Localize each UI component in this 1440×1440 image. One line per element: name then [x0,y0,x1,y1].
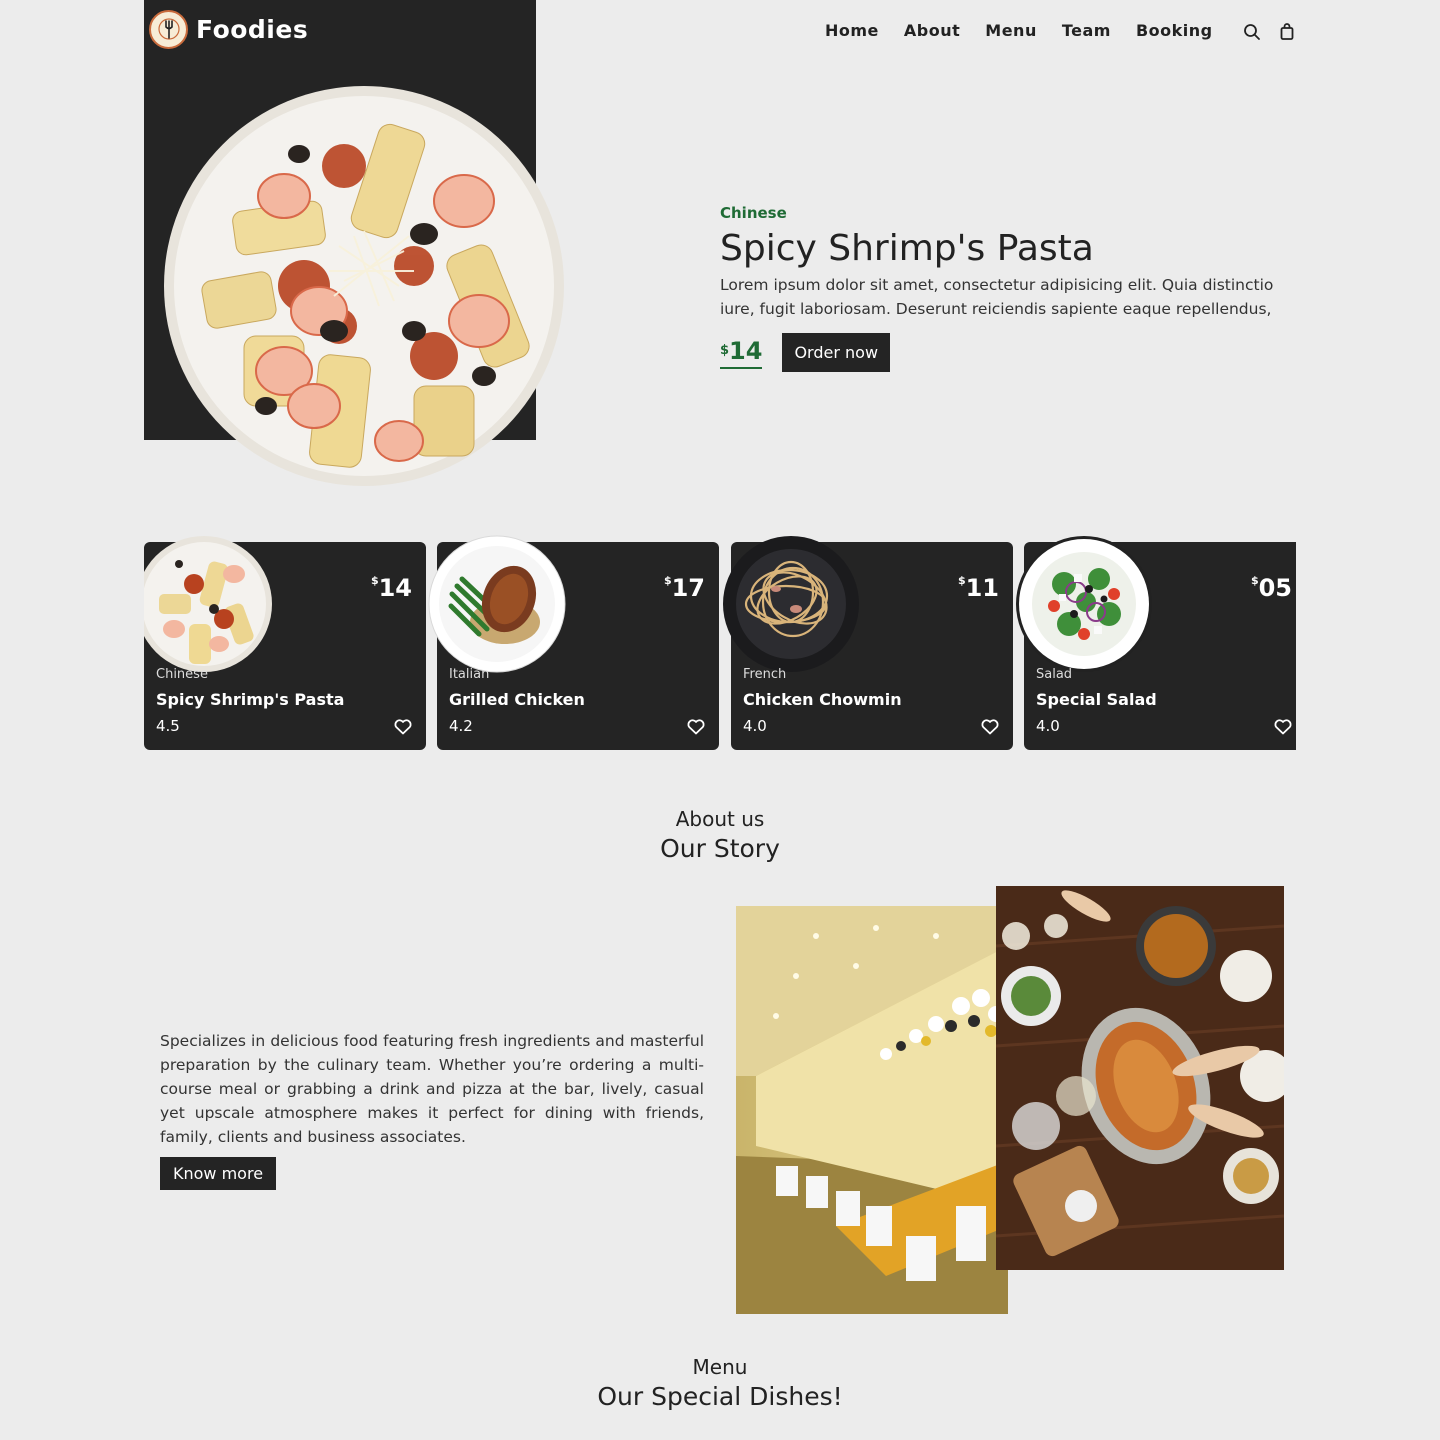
hero-description: Lorem ipsum dolor sit amet, consectetur … [720,273,1284,321]
dish-rating: 4.0 [1036,717,1060,735]
dish-price-value: 05 [1258,574,1292,602]
dining-table-image [995,886,1292,1270]
dish-image [1014,534,1154,674]
nav-about[interactable]: About [904,21,960,40]
dish-price: $14 [371,574,412,602]
dish-category: Salad [1036,667,1073,682]
dish-price-currency: $ [370,574,379,587]
heart-icon[interactable] [981,719,999,735]
hero-dish-image [164,86,564,486]
dish-name: Grilled Chicken [449,690,585,709]
hero-description-line2: iure, fugit laboriosam. Deserunt reicien… [720,300,1272,318]
dish-rating: 4.2 [449,717,473,735]
hero-price-value: 14 [729,337,763,365]
dish-image [144,534,274,674]
dish-price-value: 17 [671,574,705,602]
know-more-button[interactable]: Know more [160,1157,277,1190]
nav-menu[interactable]: Menu [985,21,1037,40]
dish-price: $05 [1251,574,1292,602]
order-now-button[interactable]: Order now [782,333,891,372]
hero-description-line1: Lorem ipsum dolor sit amet, consectetur … [720,276,1274,294]
nav-icons [1243,23,1297,41]
dish-category: Chinese [156,667,208,682]
menu-subtitle: Menu [692,1355,748,1379]
dish-category: Italian [449,667,490,682]
dish-price-currency: $ [663,574,672,587]
dish-rating: 4.5 [156,717,180,735]
dish-card[interactable]: $11 French Chicken Chowmin 4.0 [723,536,1013,750]
heart-icon[interactable] [394,719,412,735]
dish-price-value: 14 [378,574,412,602]
nav-booking[interactable]: Booking [1136,21,1213,40]
dish-price: $17 [664,574,705,602]
dish-card[interactable]: $17 Italian Grilled Chicken 4.2 [428,535,719,750]
hero-price-currency: $ [720,343,730,358]
search-icon[interactable] [1243,23,1261,41]
main-nav: Home About Menu Team Booking [825,21,1213,40]
dish-price-currency: $ [1250,574,1259,587]
brand-logo[interactable]: Foodies [149,9,308,49]
dish-card[interactable]: $05 Salad Special Salad 4.0 [1016,536,1296,750]
about-title: Our Story [660,834,780,863]
dish-rating: 4.0 [743,717,767,735]
dish-price-currency: $ [957,574,966,587]
hero-title: Spicy Shrimp's Pasta [720,228,1094,269]
hero-category: Chinese [720,204,787,222]
shopping-bag-icon[interactable] [1279,23,1297,41]
nav-team[interactable]: Team [1062,21,1111,40]
restaurant-interior-image [736,906,1008,1314]
hero-price: $14 [720,336,763,369]
heart-icon[interactable] [687,719,705,735]
dish-category: French [743,667,787,682]
dish-image [427,534,567,674]
dish-image [721,534,861,674]
fork-logo-icon [149,9,188,49]
heart-icon[interactable] [1274,719,1292,735]
about-subtitle: About us [675,807,765,831]
dish-name: Spicy Shrimp's Pasta [156,690,345,709]
hero-actions: $14 Order now [720,333,1300,372]
nav-home[interactable]: Home [825,21,879,40]
dish-cards: $14 Chinese Spicy Shrimp's Pasta 4.5 $17… [144,533,1296,753]
menu-title: Our Special Dishes! [597,1382,843,1411]
dish-price: $11 [958,574,999,602]
brand-name: Foodies [196,14,309,44]
dish-name: Chicken Chowmin [743,690,902,709]
about-body: Specializes in delicious food featuring … [160,1032,704,1146]
dish-card[interactable]: $14 Chinese Spicy Shrimp's Pasta 4.5 [144,536,426,750]
hero-content: Chinese Spicy Shrimp's Pasta Lorem ipsum… [720,204,1300,372]
dish-name: Special Salad [1036,690,1157,709]
dish-price-value: 11 [965,574,999,602]
